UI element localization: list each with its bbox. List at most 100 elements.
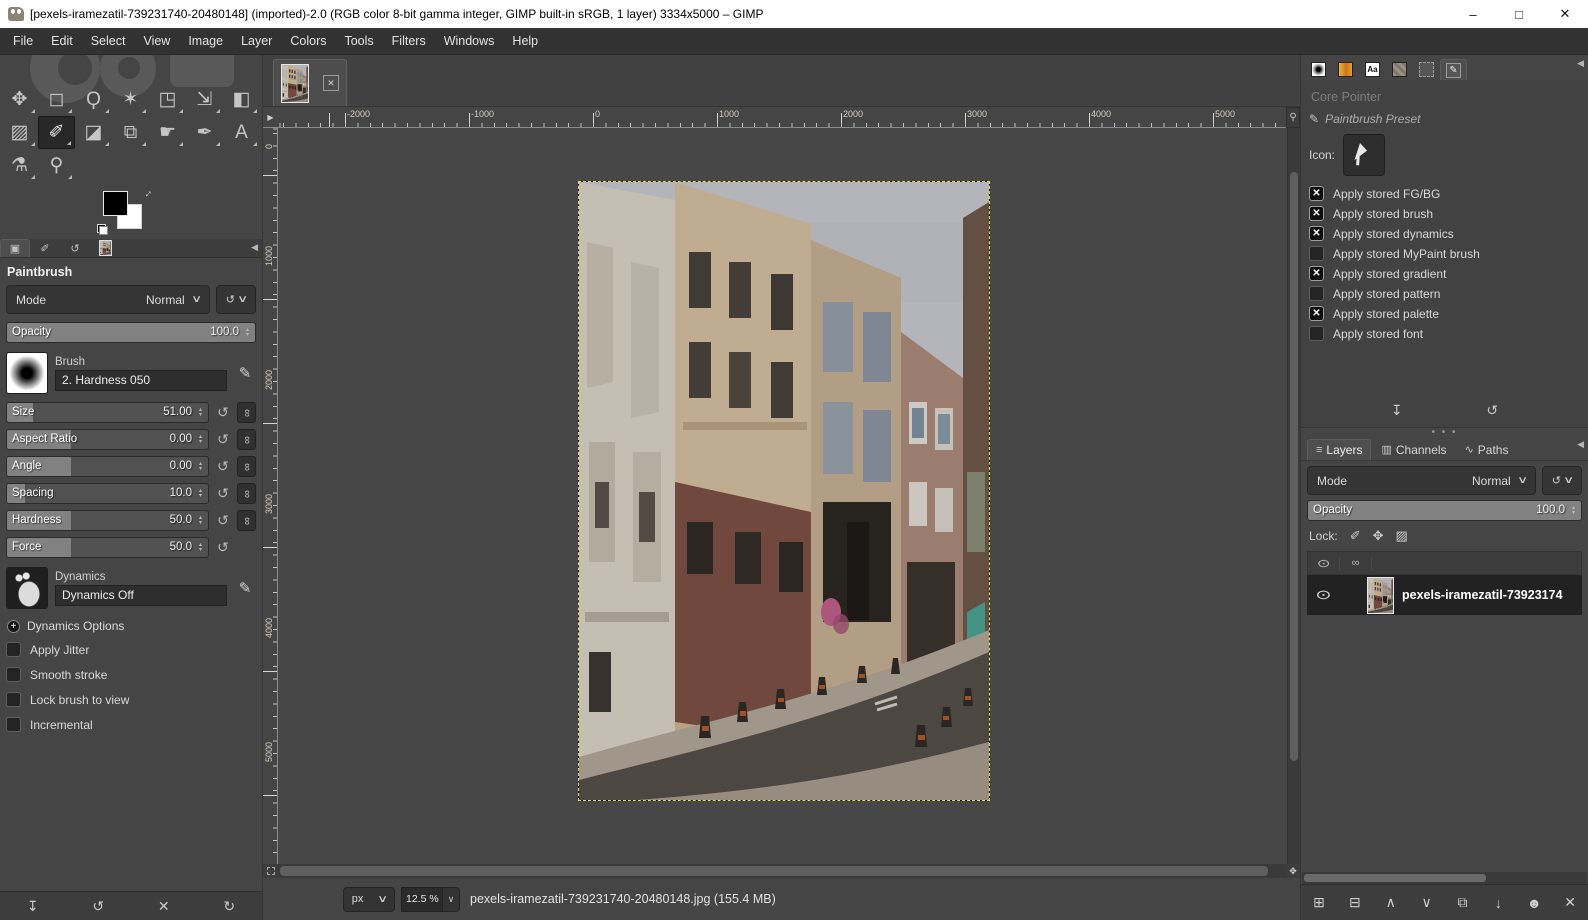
tool-color-picker[interactable]: ⚗ — [1, 149, 38, 182]
hardness-slider[interactable]: Hardness 50.0 ▴▾ — [6, 510, 209, 531]
tab-image-thumbnail[interactable] — [90, 239, 120, 257]
foreground-color-swatch[interactable] — [103, 191, 128, 216]
tool-gradient[interactable]: ▨ — [1, 116, 38, 149]
new-layer-icon[interactable]: ⊞ — [1307, 894, 1331, 911]
layer-mode-reset-button[interactable]: ↺ ∨ — [1542, 466, 1582, 495]
tab-undo-history[interactable]: ↺ — [60, 239, 90, 257]
merge-down-icon[interactable]: ↓ — [1486, 895, 1510, 911]
save-options-icon[interactable]: ↧ — [18, 898, 48, 915]
angle-slider[interactable]: Angle 0.00 ▴▾ — [6, 456, 209, 477]
delete-layer-icon[interactable]: ✕ — [1558, 894, 1582, 911]
reset-options-icon[interactable]: ↻ — [214, 898, 244, 915]
duplicate-layer-icon[interactable]: ⧉ — [1450, 894, 1474, 911]
save-preset-icon[interactable]: ↧ — [1391, 402, 1403, 419]
tool-free-select[interactable]: Ϙ — [75, 83, 112, 116]
link-toggle[interactable]: ∞ — [237, 456, 256, 477]
spacing-slider[interactable]: Spacing 10.0 ▴▾ — [6, 483, 209, 504]
link-toggle[interactable]: ∞ — [237, 402, 256, 423]
brush-selector[interactable]: 2. Hardness 050 — [55, 370, 227, 391]
tool-fuzzy-select[interactable]: ✶ — [112, 83, 149, 116]
unit-dropdown[interactable]: px ∨ — [343, 887, 395, 912]
horizontal-scrollbar[interactable] — [278, 864, 1286, 878]
apply-stored-dynamics-option[interactable]: ✕ Apply stored dynamics — [1309, 226, 1580, 241]
tool-smudge[interactable]: ☛ — [149, 116, 186, 149]
menu-help[interactable]: Help — [503, 29, 547, 53]
tool-clone[interactable]: ⧉ — [112, 116, 149, 149]
size-slider[interactable]: Size 51.00 ▴▾ — [6, 402, 209, 423]
link-toggle[interactable]: ∞ — [237, 510, 256, 531]
close-icon[interactable]: ✕ — [323, 75, 339, 91]
menu-edit[interactable]: Edit — [42, 29, 82, 53]
menu-windows[interactable]: Windows — [435, 29, 504, 53]
reset-icon[interactable]: ↺ — [214, 458, 232, 475]
menu-colors[interactable]: Colors — [281, 29, 335, 53]
dynamics-selector[interactable]: Dynamics Off — [55, 585, 227, 606]
edit-dynamics-icon[interactable]: ✎ — [234, 579, 256, 597]
lock-paint-icon[interactable]: ✐ — [1350, 528, 1361, 544]
ruler-menu-button[interactable]: ▶ — [263, 107, 278, 128]
collapse-icon[interactable]: ◀ — [1577, 439, 1584, 450]
menu-view[interactable]: View — [134, 29, 179, 53]
reset-icon[interactable]: ↺ — [214, 485, 232, 502]
menu-layer[interactable]: Layer — [232, 29, 281, 53]
zoom-follow-window-button[interactable]: ⚲ — [1286, 107, 1300, 128]
tab-tool-preset-editor[interactable]: ✎ — [1440, 59, 1467, 80]
collapse-icon[interactable]: ◀ — [251, 242, 258, 253]
apply-stored-fgbg-option[interactable]: ✕ Apply stored FG/BG — [1309, 186, 1580, 201]
apply-stored-palette-option[interactable]: ✕ Apply stored palette — [1309, 306, 1580, 321]
opacity-slider[interactable]: Opacity 100.0 ▴▾ — [6, 322, 256, 343]
smooth-stroke-option[interactable]: Smooth stroke — [6, 667, 256, 682]
minimize-button[interactable]: – — [1450, 0, 1496, 28]
layer-mode-dropdown[interactable]: Mode Normal ∨ — [1307, 466, 1536, 495]
tab-patterns[interactable] — [1386, 59, 1413, 80]
lock-alpha-icon[interactable]: ▨ — [1396, 528, 1408, 544]
quick-mask-toggle[interactable] — [263, 864, 278, 878]
tool-zoom[interactable]: ⚲ — [38, 149, 75, 182]
reset-icon[interactable]: ↺ — [214, 404, 232, 421]
vertical-scrollbar[interactable] — [1287, 128, 1300, 864]
lower-layer-icon[interactable]: ∨ — [1415, 894, 1439, 911]
layer-row-selected[interactable]: ⊙ pexels-iramezatil-73923174 — [1307, 575, 1582, 615]
spinner-icon[interactable]: ▴▾ — [242, 323, 253, 342]
apply-stored-mypaint-brush-option[interactable]: Apply stored MyPaint brush — [1309, 246, 1580, 261]
revert-preset-icon[interactable]: ↺ — [1486, 402, 1498, 419]
delete-options-icon[interactable]: ✕ — [149, 898, 179, 915]
preset-icon-button[interactable] — [1343, 134, 1385, 176]
preset-name-entry[interactable]: Core Pointer — [1309, 86, 1580, 108]
tab-fonts[interactable]: Aa — [1359, 59, 1386, 80]
menu-file[interactable]: File — [4, 29, 42, 53]
mode-reset-button[interactable]: ↺ ∨ — [216, 285, 256, 314]
paint-mode-dropdown[interactable]: Mode Normal ∨ — [6, 285, 210, 314]
horizontal-ruler[interactable]: -2000 -1000 0 1000 2000 3000 4000 5000 — [278, 107, 1286, 128]
canvas-image[interactable] — [578, 181, 990, 801]
apply-stored-pattern-option[interactable]: Apply stored pattern — [1309, 286, 1580, 301]
dynamics-options-expander[interactable]: + Dynamics Options — [7, 619, 256, 633]
tool-eraser[interactable]: ◪ — [75, 116, 112, 149]
tab-buffers[interactable] — [1413, 59, 1440, 80]
tool-unified-transform[interactable]: ⇲ — [186, 83, 223, 116]
reset-icon[interactable]: ↺ — [214, 512, 232, 529]
add-mask-icon[interactable]: ☻ — [1522, 895, 1546, 911]
dynamics-thumbnail[interactable] — [6, 567, 48, 609]
restore-options-icon[interactable]: ↺ — [83, 898, 113, 915]
apply-stored-font-option[interactable]: Apply stored font — [1309, 326, 1580, 341]
image-tab[interactable]: ✕ — [273, 59, 347, 106]
dock-splitter[interactable]: • • • — [1301, 428, 1588, 436]
reset-icon[interactable]: ↺ — [214, 539, 232, 556]
raise-layer-icon[interactable]: ∧ — [1379, 894, 1403, 911]
tool-text[interactable]: A — [223, 116, 260, 149]
collapse-icon[interactable]: ◀ — [1577, 58, 1584, 69]
layers-horizontal-scrollbar[interactable] — [1302, 872, 1587, 884]
tool-crop[interactable]: ◳ — [149, 83, 186, 116]
scrollbar-thumb[interactable] — [1304, 874, 1486, 882]
swap-colors-icon[interactable]: ↔ — [139, 185, 155, 201]
tab-layers[interactable]: ≡ Layers — [1307, 439, 1371, 460]
menu-filters[interactable]: Filters — [383, 29, 435, 53]
tab-channels[interactable]: ▥ Channels — [1373, 439, 1454, 460]
tab-gradients[interactable] — [1332, 59, 1359, 80]
chevron-down-icon[interactable]: ∨ — [443, 887, 460, 912]
tool-ink[interactable]: ✒ — [186, 116, 223, 149]
incremental-option[interactable]: Incremental — [6, 717, 256, 732]
new-group-icon[interactable]: ⊟ — [1343, 894, 1367, 911]
close-button[interactable]: ✕ — [1542, 0, 1588, 28]
